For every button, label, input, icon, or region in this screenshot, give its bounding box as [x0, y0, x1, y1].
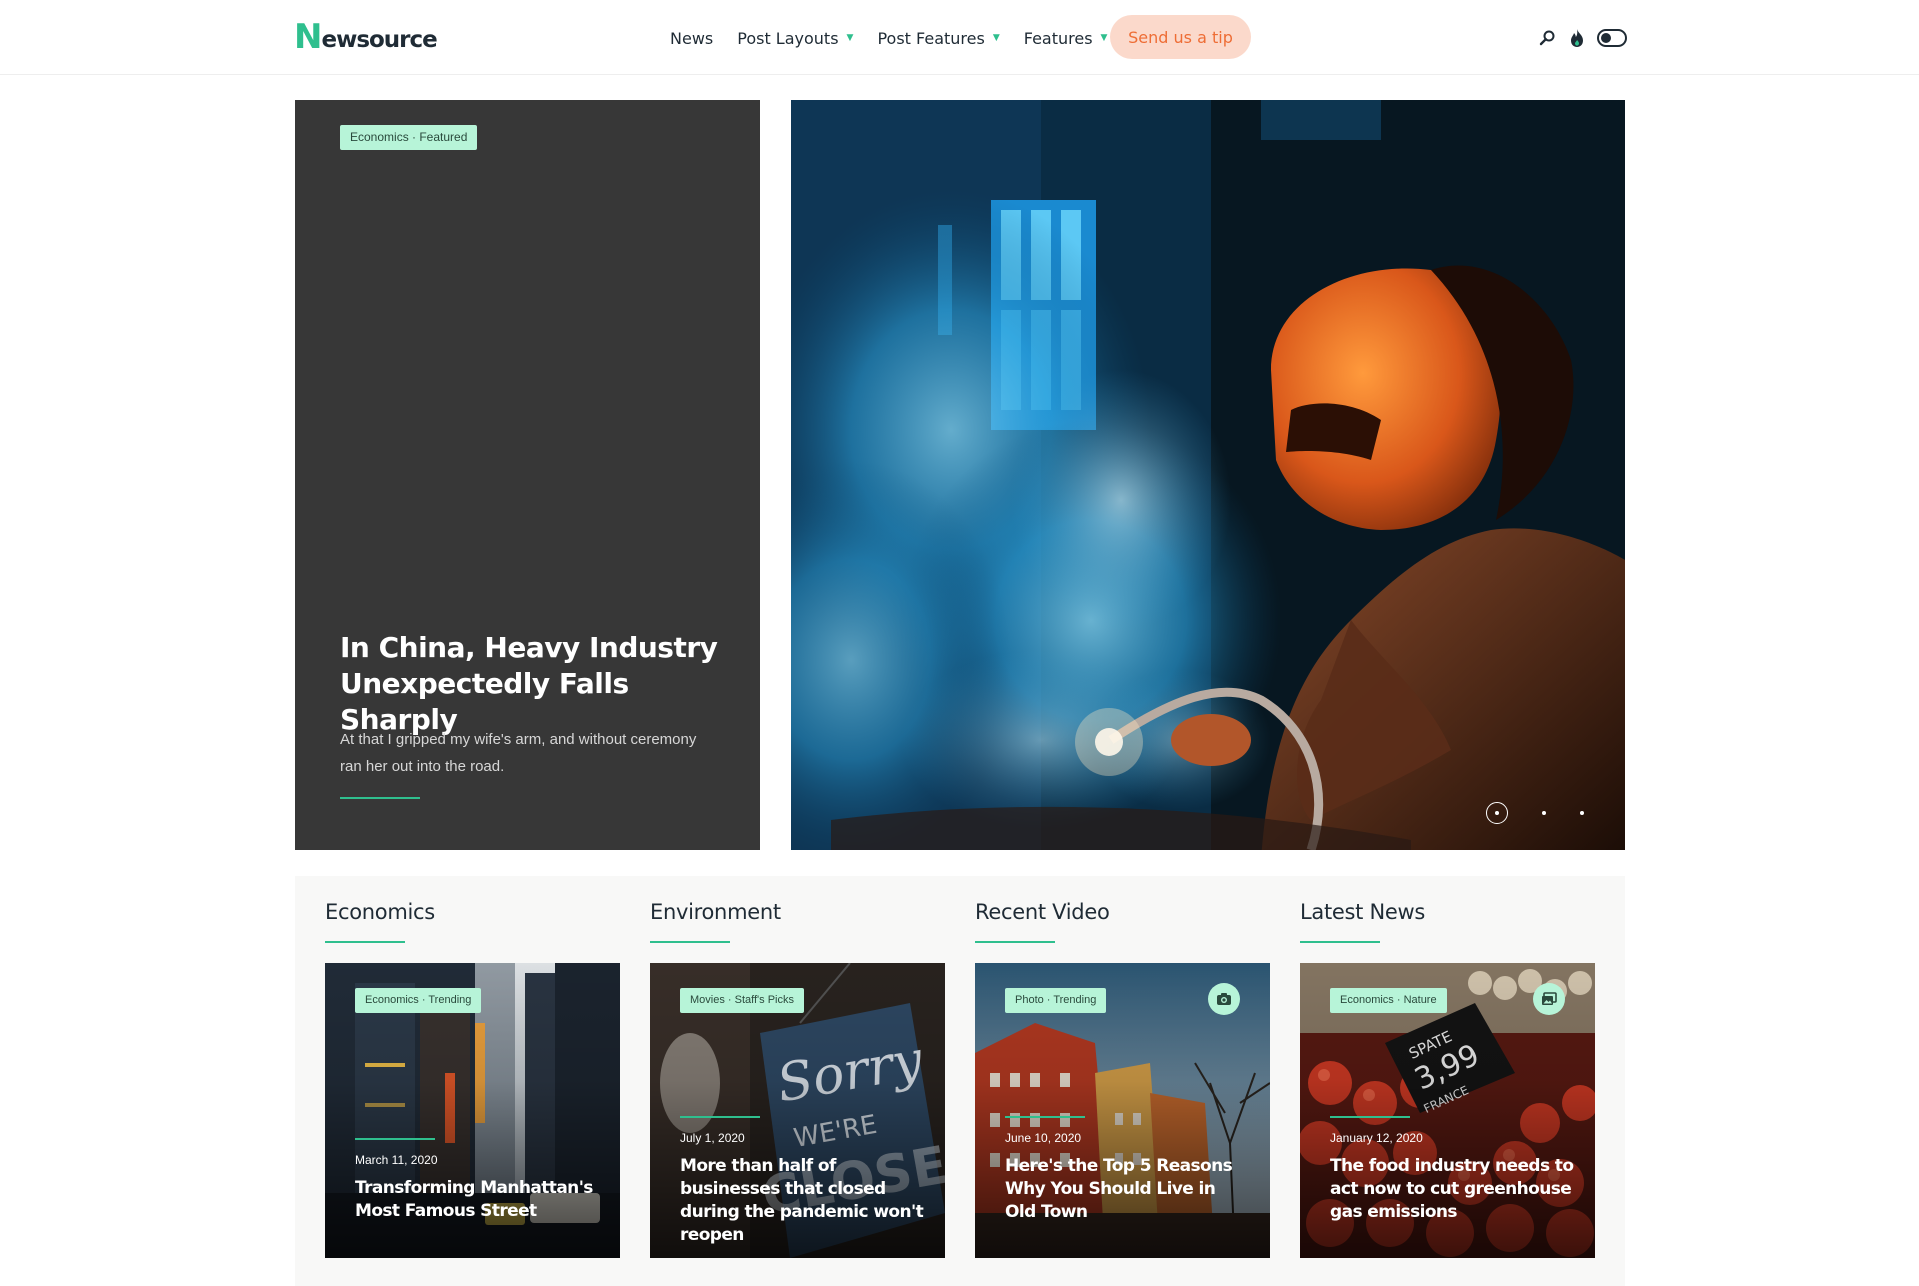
slider-dot-1[interactable] — [1486, 802, 1508, 824]
card-category-tag[interactable]: Economics · Trending — [355, 988, 482, 1013]
nav-item-label: Features — [1023, 28, 1093, 48]
logo-text: ewsource — [321, 27, 437, 53]
card-title[interactable]: Transforming Manhattan's Most Famous Str… — [355, 1177, 600, 1223]
search-icon[interactable] — [1537, 28, 1557, 48]
category-sections: Economics Economics · Trending March 11,… — [295, 876, 1625, 1286]
caret-down-icon: ▼ — [846, 33, 854, 43]
site-logo[interactable]: Newsource — [294, 17, 438, 57]
card-date: June 10, 2020 — [1005, 1131, 1082, 1145]
post-card[interactable]: Economics · Trending March 11, 2020 Tran… — [325, 963, 620, 1258]
hero-image[interactable] — [791, 100, 1625, 850]
section-title[interactable]: Latest News — [1300, 900, 1425, 924]
caret-down-icon: ▼ — [992, 33, 1000, 43]
card-accent-line — [355, 1138, 435, 1140]
section-underline — [325, 941, 405, 943]
header-icons — [1537, 26, 1627, 50]
section-underline — [650, 941, 730, 943]
caret-down-icon: ▼ — [1100, 33, 1108, 43]
section-title[interactable]: Environment — [650, 900, 781, 924]
section-title[interactable]: Economics — [325, 900, 435, 924]
slider-dot-2[interactable] — [1542, 811, 1546, 815]
card-category-tag[interactable]: Economics · Nature — [1330, 988, 1447, 1013]
card-accent-line — [1330, 1116, 1410, 1118]
card-category-tag[interactable]: Movies · Staff's Picks — [680, 988, 804, 1013]
hero-title[interactable]: In China, Heavy Industry Unexpectedly Fa… — [340, 630, 720, 738]
card-title[interactable]: The food industry needs to act now to cu… — [1330, 1155, 1575, 1224]
card-date: January 12, 2020 — [1330, 1131, 1423, 1145]
section-title[interactable]: Recent Video — [975, 900, 1110, 924]
site-header: Newsource News Post Layouts ▼ Post Featu… — [0, 0, 1919, 75]
hero-accent-line — [340, 797, 420, 799]
card-title[interactable]: Here's the Top 5 Reasons Why You Should … — [1005, 1155, 1250, 1224]
post-card[interactable]: Sorry WE'RE CLOSED Movies · Staff's Pick… — [650, 963, 945, 1258]
hero-category-tag[interactable]: Economics · Featured — [340, 125, 478, 150]
nav-item-label: News — [670, 28, 714, 48]
card-title[interactable]: More than half of businesses that closed… — [680, 1155, 925, 1247]
camera-icon[interactable] — [1208, 983, 1240, 1015]
slider-dots — [1486, 802, 1618, 824]
card-category-tag[interactable]: Photo · Trending — [1005, 988, 1107, 1013]
dark-mode-toggle[interactable] — [1597, 29, 1627, 47]
hero-text-panel: Economics · Featured In China, Heavy Ind… — [295, 100, 760, 850]
post-card[interactable]: SPATE 3,99 FRANCE Economics · Nature Jan… — [1300, 963, 1595, 1258]
nav-item-features[interactable]: Features ▼ — [1024, 29, 1108, 48]
section-underline — [975, 941, 1055, 943]
send-tip-button[interactable]: Send us a tip — [1110, 15, 1251, 59]
slider-dot-3[interactable] — [1580, 811, 1584, 815]
card-accent-line — [1005, 1116, 1085, 1118]
nav-item-label: Post Features — [877, 28, 985, 48]
post-card[interactable]: Photo · Trending June 10, 2020 Here's th… — [975, 963, 1270, 1258]
toggle-knob — [1601, 33, 1611, 43]
nav-item-label: Post Layouts — [737, 28, 839, 48]
card-date: March 11, 2020 — [355, 1153, 438, 1167]
welder-illustration — [791, 100, 1625, 850]
main-nav: News Post Layouts ▼ Post Features ▼ Feat… — [670, 24, 1131, 52]
nav-item-post-layouts[interactable]: Post Layouts ▼ — [737, 29, 853, 48]
section-underline — [1300, 941, 1380, 943]
card-date: July 1, 2020 — [680, 1131, 745, 1145]
hero-excerpt: At that I gripped my wife's arm, and wit… — [340, 731, 697, 775]
card-accent-line — [680, 1116, 760, 1118]
flame-icon[interactable] — [1567, 28, 1587, 48]
nav-item-news[interactable]: News — [670, 29, 713, 48]
logo-initial: N — [294, 17, 322, 57]
gallery-icon[interactable] — [1533, 983, 1565, 1015]
nav-item-post-features[interactable]: Post Features ▼ — [877, 29, 999, 48]
